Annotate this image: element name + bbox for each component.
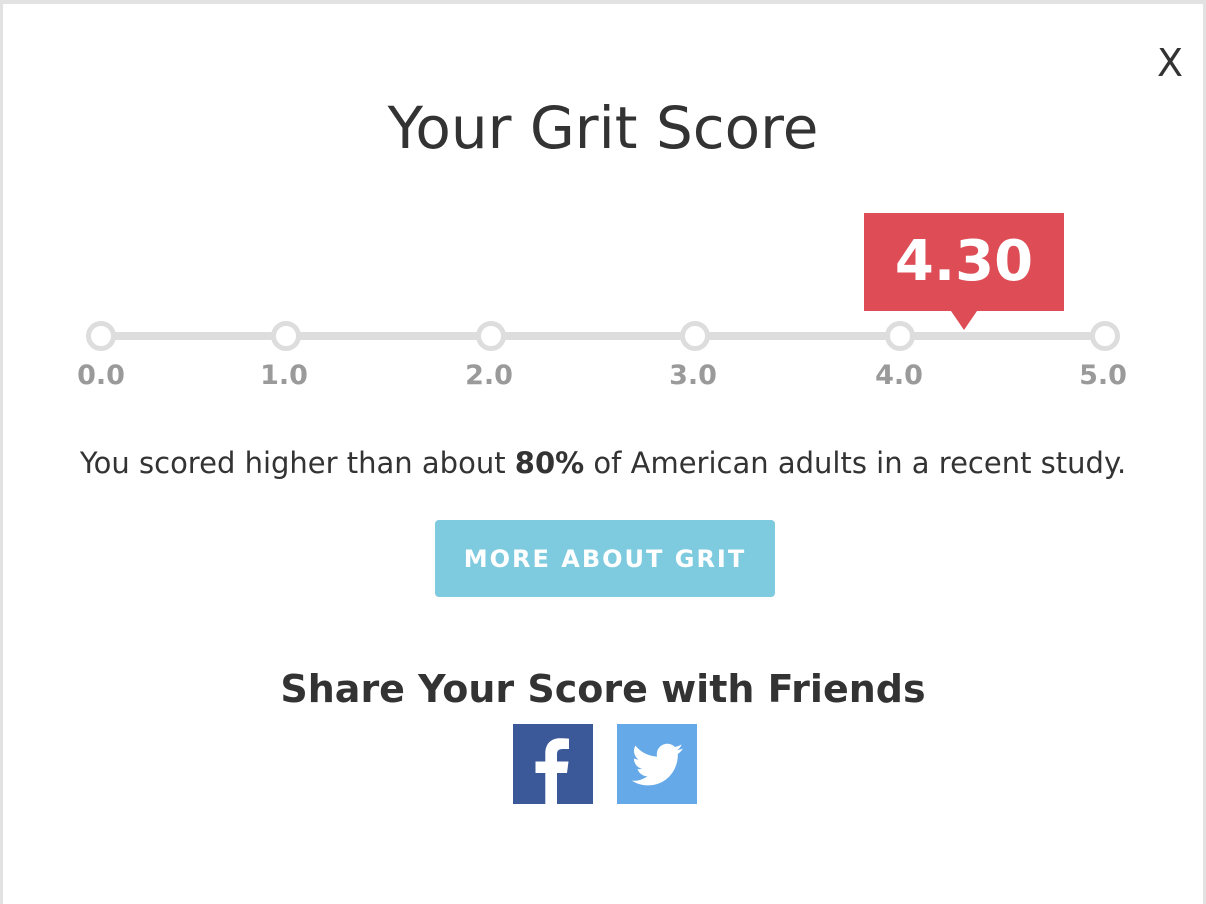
scale-node-5	[1090, 321, 1120, 351]
score-badge: 4.30	[864, 213, 1064, 311]
result-suffix: of American adults in a recent study.	[584, 446, 1127, 480]
scale-track	[101, 332, 1105, 340]
twitter-share-button[interactable]	[617, 724, 697, 804]
tick-label: 4.0	[875, 360, 923, 391]
facebook-icon	[535, 738, 569, 804]
scale-node-2	[476, 321, 506, 351]
grit-score-modal: X Your Grit Score 0.0 1.0 2.0 3.0 4.0 5.…	[0, 0, 1206, 904]
facebook-share-button[interactable]	[513, 724, 593, 804]
tick-label: 3.0	[669, 360, 717, 391]
score-pointer	[951, 311, 977, 330]
scale-node-3	[680, 321, 710, 351]
scale-node-4	[885, 321, 915, 351]
tick-label: 5.0	[1079, 360, 1127, 391]
scale-node-1	[271, 321, 301, 351]
tick-label: 1.0	[260, 360, 308, 391]
tick-label: 0.0	[77, 360, 125, 391]
result-percent: 80%	[514, 446, 585, 480]
result-prefix: You scored higher than about	[79, 446, 515, 480]
score-scale: 0.0 1.0 2.0 3.0 4.0 5.0 4.30	[3, 4, 1206, 424]
twitter-icon	[631, 743, 683, 786]
result-text: You scored higher than about 80% of Amer…	[3, 446, 1203, 480]
tick-label: 2.0	[465, 360, 513, 391]
scale-node-0	[86, 321, 116, 351]
more-about-grit-button[interactable]: MORE ABOUT GRIT	[435, 520, 775, 597]
share-title: Share Your Score with Friends	[280, 667, 926, 711]
